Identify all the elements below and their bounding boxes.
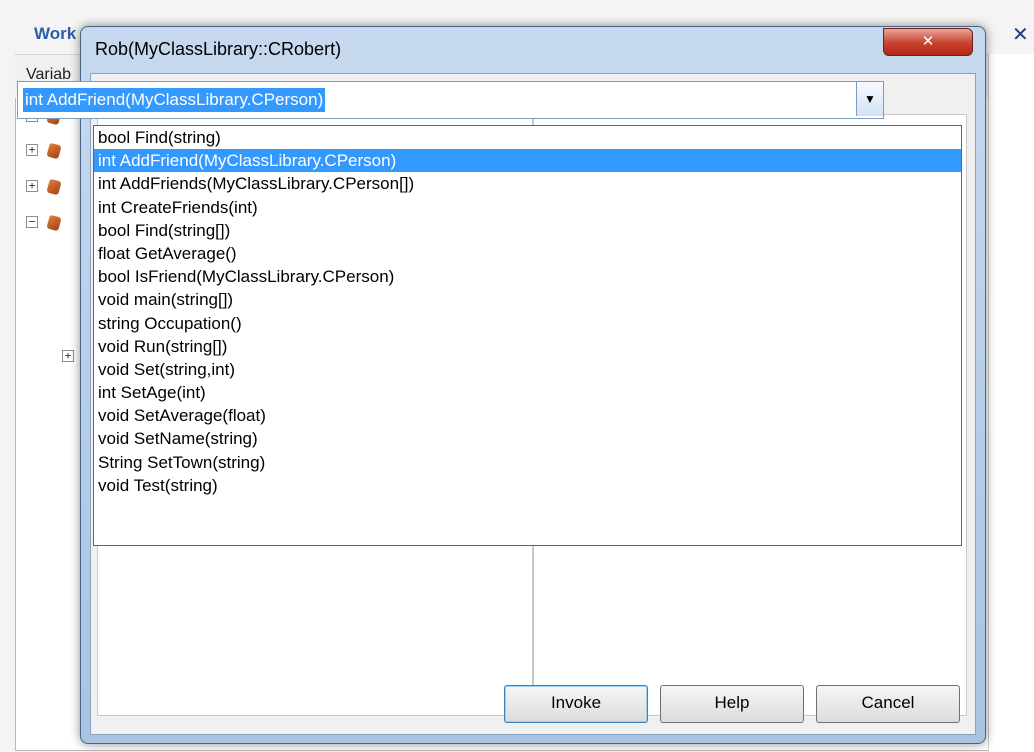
workspace-close-icon[interactable]: ✕ xyxy=(1012,22,1029,47)
method-option[interactable]: int CreateFriends(int) xyxy=(94,196,961,219)
method-option[interactable]: string Occupation() xyxy=(94,312,961,335)
method-option[interactable]: void main(string[]) xyxy=(94,288,961,311)
dialog-close-button[interactable]: ✕ xyxy=(883,28,973,56)
chevron-down-icon: ▼ xyxy=(864,92,876,106)
tree-collapse-icon[interactable]: − xyxy=(26,216,38,228)
invoke-button[interactable]: Invoke xyxy=(504,685,648,723)
method-option[interactable]: void Run(string[]) xyxy=(94,335,961,358)
method-option[interactable]: void SetName(string) xyxy=(94,427,961,450)
method-select[interactable]: int AddFriend(MyClassLibrary.CPerson) ▼ xyxy=(17,81,884,119)
workspace-title: Work xyxy=(34,24,77,43)
method-option[interactable]: float GetAverage() xyxy=(94,242,961,265)
method-select-value: int AddFriend(MyClassLibrary.CPerson) xyxy=(23,88,326,112)
method-dropdown-list: bool Find(string) int AddFriend(MyClassL… xyxy=(93,125,962,546)
dialog-title: Rob(MyClassLibrary::CRobert) xyxy=(95,39,342,59)
method-option[interactable]: bool IsFriend(MyClassLibrary.CPerson) xyxy=(94,265,961,288)
help-button[interactable]: Help xyxy=(660,685,804,723)
method-option[interactable]: int AddFriends(MyClassLibrary.CPerson[]) xyxy=(94,172,961,195)
cancel-button[interactable]: Cancel xyxy=(816,685,960,723)
method-option[interactable]: bool Find(string[]) xyxy=(94,219,961,242)
method-option[interactable]: int SetAge(int) xyxy=(94,381,961,404)
tree-expand-icon[interactable]: + xyxy=(26,144,38,156)
method-option-selected[interactable]: int AddFriend(MyClassLibrary.CPerson) xyxy=(94,149,961,173)
tree-expand-icon[interactable]: + xyxy=(62,350,74,362)
tree-expand-icon[interactable]: + xyxy=(26,180,38,192)
workspace-right-pane xyxy=(988,54,1034,752)
method-select-dropdown-button[interactable]: ▼ xyxy=(856,82,883,116)
close-icon: ✕ xyxy=(921,33,935,50)
method-option[interactable]: void SetAverage(float) xyxy=(94,404,961,427)
method-option[interactable]: void Set(string,int) xyxy=(94,358,961,381)
method-option[interactable]: void Test(string) xyxy=(94,474,961,497)
method-option[interactable]: bool Find(string) xyxy=(94,126,961,149)
method-option[interactable]: String SetTown(string) xyxy=(94,451,961,474)
